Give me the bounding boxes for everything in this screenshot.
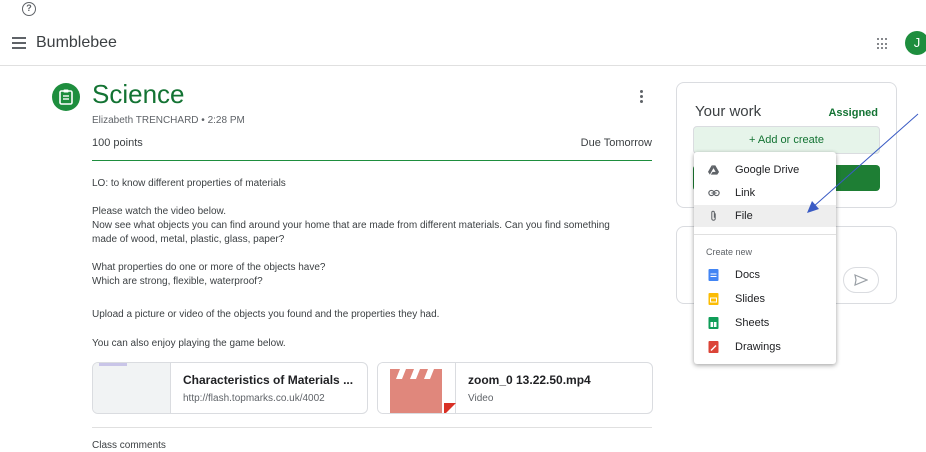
annotation-arrow — [807, 113, 919, 213]
